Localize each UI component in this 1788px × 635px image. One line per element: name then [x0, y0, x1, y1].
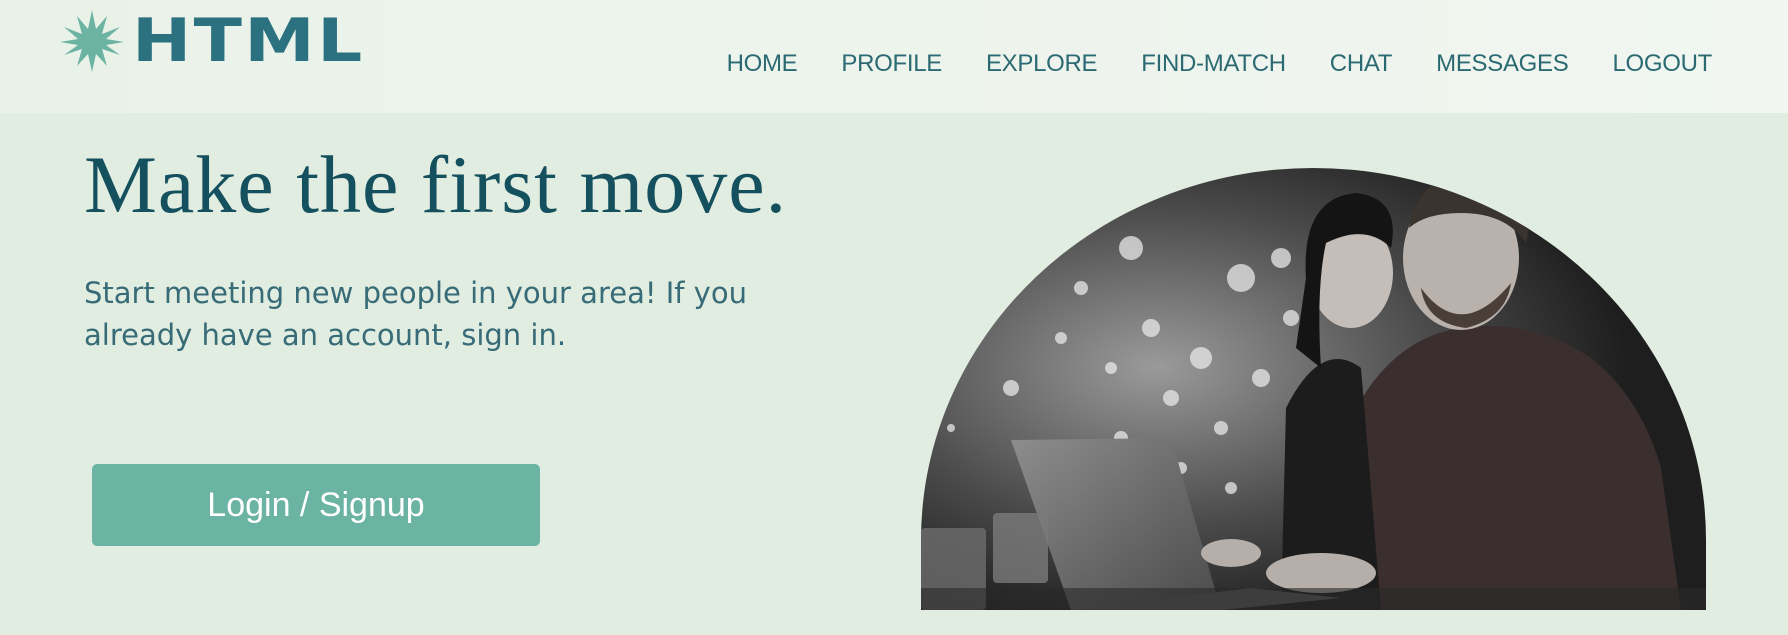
logo-wordmark: HTML [132, 6, 365, 76]
nav-messages[interactable]: MESSAGES [1436, 50, 1569, 78]
main-nav: HOME PROFILE EXPLORE FIND-MATCH CHAT MES… [683, 50, 1713, 78]
nav-find-match[interactable]: FIND-MATCH [1141, 50, 1286, 78]
hero-headline: Make the first move. [84, 139, 788, 230]
login-signup-button[interactable]: Login / Signup [92, 464, 540, 546]
nav-explore[interactable]: EXPLORE [986, 50, 1098, 78]
nav-home[interactable]: HOME [727, 50, 798, 78]
star-icon [60, 10, 124, 72]
nav-chat[interactable]: CHAT [1330, 50, 1393, 78]
couple-laptop-photo [921, 168, 1706, 610]
nav-logout[interactable]: LOGOUT [1612, 50, 1712, 78]
top-navbar: HTML HOME PROFILE EXPLORE FIND-MATCH CHA… [0, 0, 1788, 113]
nav-profile[interactable]: PROFILE [841, 50, 942, 78]
hero-subtext: Start meeting new people in your area! I… [84, 276, 747, 352]
brand-logo[interactable]: HTML [60, 6, 362, 76]
